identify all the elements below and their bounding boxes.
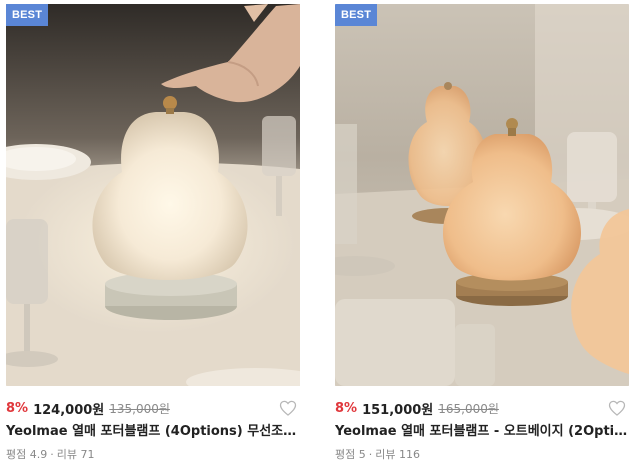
- best-badge: BEST: [335, 4, 378, 26]
- heart-icon[interactable]: [607, 398, 627, 418]
- review-count: 리뷰 71: [56, 448, 95, 461]
- product-image[interactable]: BEST: [6, 4, 300, 386]
- sale-price: 151,000원: [362, 402, 434, 418]
- heart-icon[interactable]: [278, 398, 298, 418]
- product-card[interactable]: BEST 8% 151,000원 165,000원 Yeolmae 열매 포터블…: [335, 4, 629, 462]
- meta-separator: ·: [368, 448, 373, 461]
- meta-separator: ·: [50, 448, 54, 461]
- original-price: 135,000원: [109, 401, 170, 416]
- rating: 평점 5: [335, 448, 366, 461]
- product-grid: BEST 8% 124,000원 135,000원 Yeolmae 열매 포터블…: [0, 0, 635, 464]
- product-meta: 평점 4.9 · 리뷰 71: [6, 448, 300, 462]
- lamp-photo: [6, 4, 300, 386]
- sale-price: 124,000원: [33, 402, 105, 418]
- lamp-photo: [335, 4, 629, 386]
- review-count: 리뷰 116: [375, 448, 420, 461]
- best-badge: BEST: [6, 4, 49, 26]
- price-row: 8% 124,000원 135,000원: [6, 397, 300, 419]
- product-title[interactable]: Yeolmae 열매 포터블램프 (4Options) 무선조명 ...: [6, 423, 300, 441]
- rating: 평점 4.9: [6, 448, 48, 461]
- product-meta: 평점 5 · 리뷰 116: [335, 448, 629, 462]
- product-card[interactable]: BEST 8% 124,000원 135,000원 Yeolmae 열매 포터블…: [6, 4, 300, 462]
- discount-rate: 8%: [6, 400, 29, 416]
- product-title[interactable]: Yeolmae 열매 포터블램프 - 오트베이지 (2Optio...: [335, 423, 629, 441]
- discount-rate: 8%: [335, 400, 358, 416]
- product-image[interactable]: BEST: [335, 4, 629, 386]
- price-row: 8% 151,000원 165,000원: [335, 397, 629, 419]
- original-price: 165,000원: [438, 401, 499, 416]
